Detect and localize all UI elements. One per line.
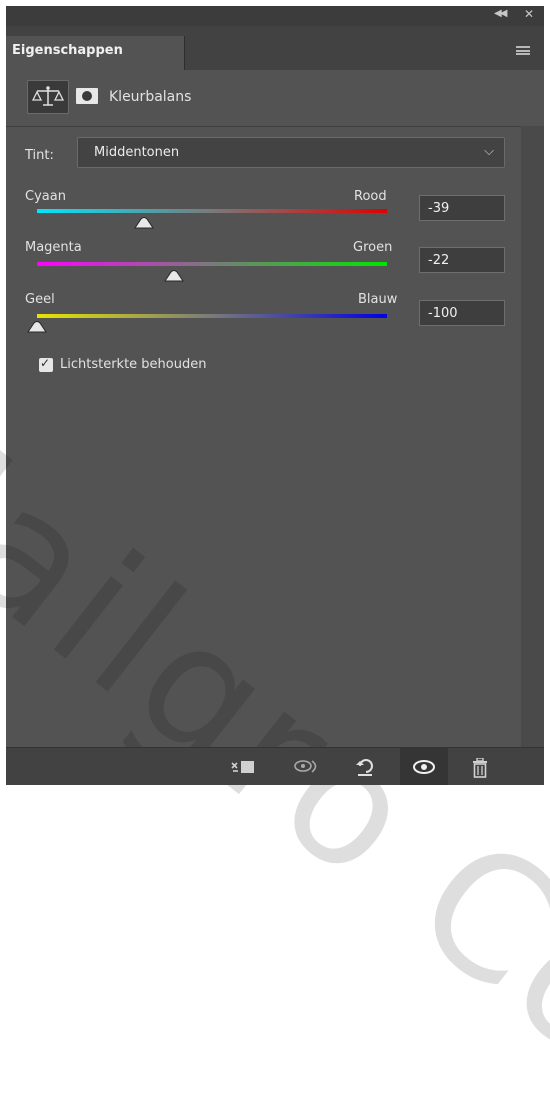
properties-panel: ◀◀ ✕ Eigenschappen Kleurbalans Tint: Mid… — [0, 6, 550, 1101]
close-icon[interactable]: ✕ — [524, 7, 534, 21]
slider-cyan-red-thumb[interactable] — [133, 217, 154, 229]
visibility-toggle[interactable] — [400, 748, 448, 785]
tab-properties-label: Eigenschappen — [12, 43, 123, 58]
magenta-green-input[interactable]: -22 — [419, 247, 505, 273]
tab-bar: Eigenschappen — [6, 26, 544, 70]
slider-yellow-blue-track[interactable] — [37, 314, 387, 318]
yellow-blue-value: -100 — [428, 306, 458, 321]
scrollbar[interactable] — [521, 126, 544, 747]
watermark: Nailgro Co — [0, 366, 550, 1101]
preserve-luminosity-checkbox[interactable]: ✓ — [39, 356, 53, 372]
layer-mask-icon[interactable] — [76, 88, 98, 104]
collapse-panel-icon[interactable]: ◀◀ — [494, 8, 507, 19]
slider-cyan-red-track[interactable] — [37, 209, 387, 213]
cyan-red-value: -39 — [428, 201, 450, 216]
slider-magenta-label: Magenta — [25, 240, 82, 255]
magenta-green-value: -22 — [428, 253, 450, 268]
visibility-eye-icon — [413, 760, 435, 774]
trash-icon[interactable] — [471, 758, 489, 778]
slider-yellow-label: Geel — [25, 292, 55, 307]
panel-footer — [6, 747, 544, 785]
cyan-red-input[interactable]: -39 — [419, 195, 505, 221]
tint-label: Tint: — [25, 148, 54, 163]
tab-properties[interactable]: Eigenschappen — [6, 36, 185, 70]
slider-cyan-label: Cyaan — [25, 189, 66, 204]
adjustment-title: Kleurbalans — [109, 89, 192, 105]
slider-green-label: Groen — [353, 240, 393, 255]
chevron-down-icon: ⌵ — [484, 144, 494, 159]
tint-dropdown[interactable]: Middentonen ⌵ — [77, 137, 505, 168]
balance-scale-icon[interactable] — [27, 80, 69, 114]
preserve-luminosity-label: Lichtsterkte behouden — [60, 357, 207, 372]
panel-top-strip: ◀◀ ✕ — [6, 6, 544, 26]
slider-blue-label: Blauw — [358, 292, 398, 307]
slider-magenta-green-thumb[interactable] — [163, 270, 184, 282]
reset-icon[interactable] — [354, 757, 376, 777]
view-previous-state-icon[interactable] — [292, 757, 322, 775]
clip-to-layer-icon[interactable] — [230, 759, 256, 775]
checkmark-icon: ✓ — [40, 356, 51, 370]
slider-yellow-blue-thumb[interactable] — [27, 321, 47, 333]
yellow-blue-input[interactable]: -100 — [419, 300, 505, 326]
slider-magenta-green-track[interactable] — [37, 262, 387, 266]
tint-value: Middentonen — [94, 145, 180, 160]
adjustment-header: Kleurbalans — [6, 70, 544, 127]
panel-menu-icon[interactable] — [516, 46, 530, 55]
slider-red-label: Rood — [354, 189, 387, 204]
